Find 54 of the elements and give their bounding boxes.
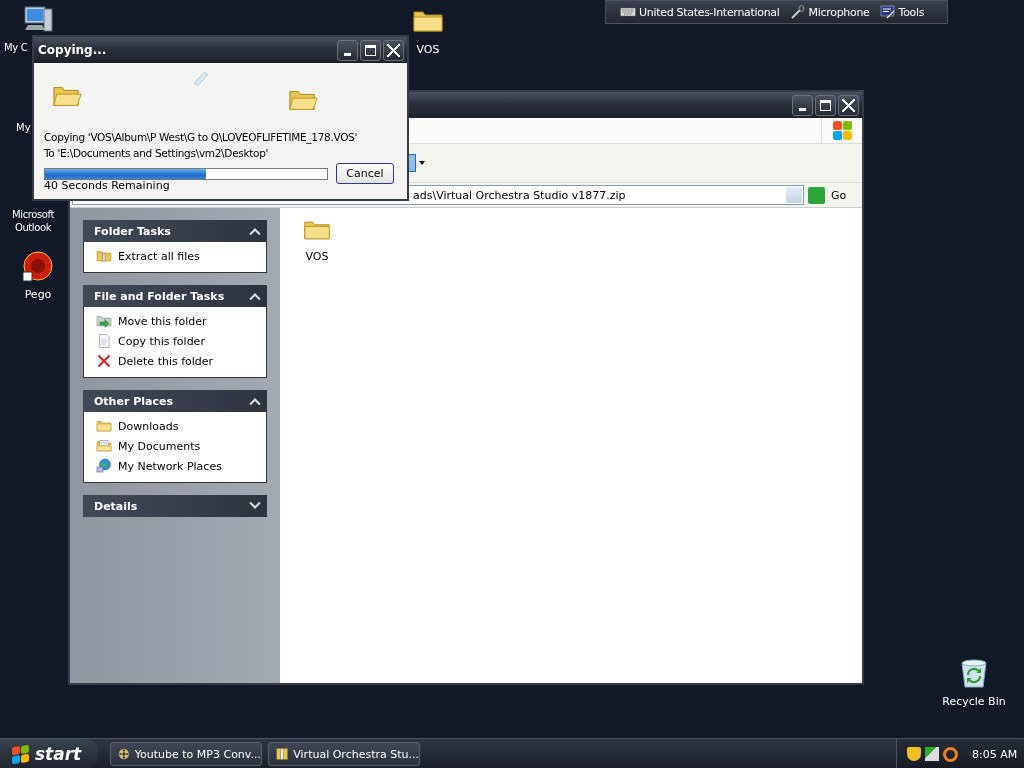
- pego-icon[interactable]: [22, 250, 54, 282]
- maximize-button[interactable]: [815, 94, 836, 116]
- delete-icon: [96, 353, 112, 369]
- task-link[interactable]: My Documents: [118, 439, 201, 453]
- icon-label[interactable]: My C: [4, 41, 28, 54]
- panel-header[interactable]: Other Places: [83, 390, 267, 412]
- window-title: Copying...: [38, 43, 108, 57]
- task-link[interactable]: Delete this folder: [118, 354, 214, 368]
- minimize-button[interactable]: [792, 94, 813, 116]
- recycle-bin-icon[interactable]: [958, 657, 990, 689]
- task-link[interactable]: Downloads: [118, 419, 179, 433]
- close-button[interactable]: [838, 94, 859, 116]
- documents-folder-icon: [96, 438, 112, 454]
- tools-icon: [879, 4, 896, 20]
- clock: 8:05 AM: [972, 747, 1018, 761]
- shield-icon[interactable]: [907, 747, 921, 761]
- folder-icon: [96, 418, 112, 434]
- move-folder-icon: [96, 313, 112, 329]
- microphone-icon: [789, 4, 806, 20]
- start-button[interactable]: start: [0, 739, 98, 768]
- icon-label[interactable]: Pego: [24, 288, 52, 301]
- language-bar-button[interactable]: Tools: [879, 4, 925, 20]
- task-link[interactable]: Extract all files: [118, 249, 200, 263]
- globe-network-icon: [96, 458, 112, 474]
- icon-label[interactable]: My: [16, 121, 31, 134]
- close-button[interactable]: [383, 39, 404, 61]
- task-link[interactable]: Move this folder: [118, 314, 207, 328]
- document-icon: [96, 333, 112, 349]
- go-button[interactable]: Go: [808, 186, 860, 204]
- panel-header[interactable]: File and Folder Tasks: [83, 285, 267, 307]
- copy-source-text: Copying 'VOS\Album\P West\G to Q\LOVEOFLIFETIME_178.VOS': [44, 130, 359, 145]
- zipped-folder-icon: [96, 248, 112, 264]
- film-reel-icon: [117, 746, 131, 762]
- zipped-folder-icon: [275, 746, 290, 762]
- language-bar-button[interactable]: United States-International: [620, 4, 780, 20]
- search-icon[interactable]: [943, 746, 958, 762]
- panel-header[interactable]: Folder Tasks: [83, 220, 267, 242]
- file-label[interactable]: VOS: [305, 250, 329, 263]
- minimize-button[interactable]: [337, 39, 358, 61]
- icon-label[interactable]: Recycle Bin: [942, 695, 1006, 708]
- language-bar-button[interactable]: Microphone: [789, 4, 870, 20]
- task-link[interactable]: My Network Places: [118, 459, 222, 473]
- taskbar-button[interactable]: Virtual Orchestra Stu...: [268, 742, 420, 766]
- icon-label[interactable]: Microsoft Outlook: [0, 208, 66, 234]
- computer-icon[interactable]: [22, 3, 54, 35]
- maximize-button[interactable]: [360, 39, 381, 61]
- cancel-button[interactable]: Cancel: [336, 163, 394, 184]
- taskbar-button[interactable]: Youtube to MP3 Conv...: [110, 742, 262, 766]
- panel-header[interactable]: Details: [83, 495, 267, 517]
- icon-label[interactable]: VOS: [416, 43, 440, 56]
- keyboard-icon: [620, 4, 636, 20]
- flying-document-icon: [192, 70, 210, 88]
- task-link[interactable]: Copy this folder: [118, 334, 205, 348]
- copy-target-text: To 'E:\Documents and Settings\vm2\Desktop': [44, 146, 270, 161]
